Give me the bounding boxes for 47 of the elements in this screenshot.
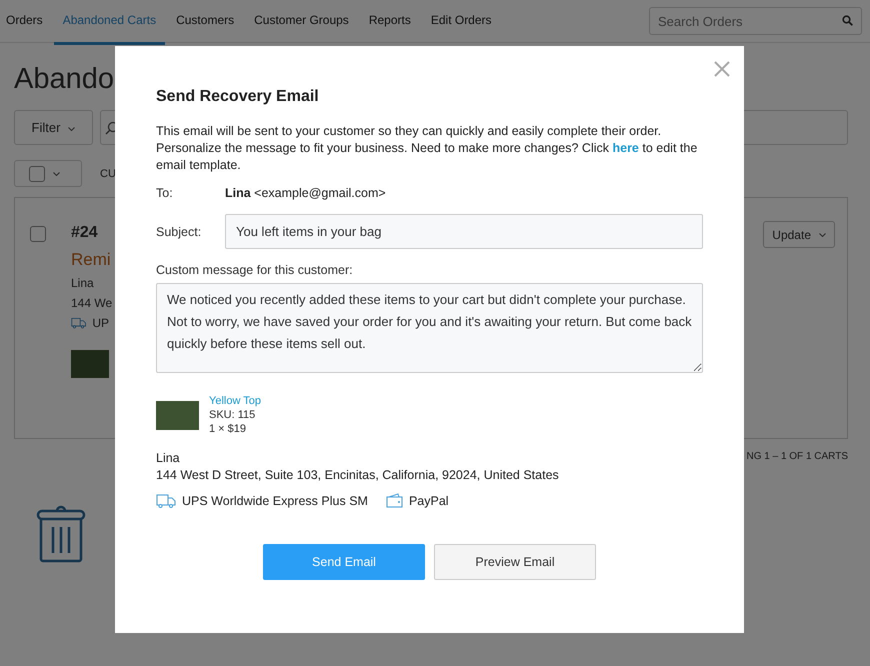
nav-tab[interactable]: Orders (6, 0, 52, 45)
search-field[interactable]: Search Orders (649, 7, 862, 35)
message-field[interactable]: We noticed you recently added these items to your cart but didn't complete your purchase. Not to worry, we have saved your order for you and it's awaiting your return. But come back quickly before these items sell out. (156, 283, 703, 373)
product-link[interactable]: Yellow Top (209, 395, 261, 407)
pagination-text: NG 1 – 1 OF 1 CARTS (746, 451, 848, 462)
search-icon (842, 15, 853, 26)
customer-name: Lina (71, 276, 95, 290)
nav-tab[interactable]: Customer Groups (245, 0, 358, 45)
cart-number: #24 (71, 224, 99, 242)
customer-name: Lina (156, 451, 181, 465)
close-icon[interactable] (714, 61, 730, 77)
recipient: Lina <example@gmail.com> (225, 186, 386, 200)
update-button[interactable]: Update (763, 221, 835, 248)
send-email-button[interactable]: Send Email (263, 544, 425, 580)
product-quantity-price: 1 × $19 (209, 423, 248, 435)
checkbox[interactable] (29, 166, 45, 182)
cart-status: Remi (71, 250, 109, 270)
select-all-dropdown[interactable] (14, 160, 82, 187)
nav-tab[interactable]: Reports (360, 0, 420, 45)
truck-icon (71, 316, 86, 330)
photo-placeholder (71, 350, 109, 378)
page-title: Abando (14, 63, 114, 96)
shipping-method: UP (92, 316, 109, 330)
trash-icon (36, 505, 86, 563)
to-label: To: (156, 186, 174, 200)
shipping-method: UPS Worldwide Express Plus SM (182, 494, 368, 508)
nav-tab[interactable]: Customers (167, 0, 244, 45)
caret-icon (53, 172, 60, 176)
caret-icon (819, 233, 826, 238)
checkbox[interactable] (30, 226, 46, 242)
intro-text: This email will be sent to your customer so they can quickly and easily complete their order. Personalize the message to fit your business. Need to make more changes? Click here to edit the email template. (156, 123, 698, 174)
nav-tab[interactable]: Edit Orders (422, 0, 501, 45)
subject-label: Subject: (156, 224, 202, 238)
truck-icon (156, 494, 176, 508)
customer-address: 144 West D Street, Suite 103, Encinitas, California, 92024, United States (156, 468, 560, 482)
filter-button[interactable]: Filter (14, 110, 93, 145)
product-sku: SKU: 115 (209, 409, 256, 421)
dialog-title: Send Recovery Email (156, 88, 320, 106)
photo-placeholder (156, 401, 199, 430)
payment-method: PayPal (408, 494, 449, 508)
preview-email-button[interactable]: Preview Email (434, 544, 596, 580)
column-header: CU (100, 168, 116, 180)
message-label: Custom message for this customer: (156, 263, 354, 277)
subject-field[interactable]: You left items in your bag (225, 214, 703, 249)
caret-icon (68, 126, 76, 131)
wallet-icon (386, 493, 403, 508)
template-link[interactable]: here (612, 141, 639, 155)
